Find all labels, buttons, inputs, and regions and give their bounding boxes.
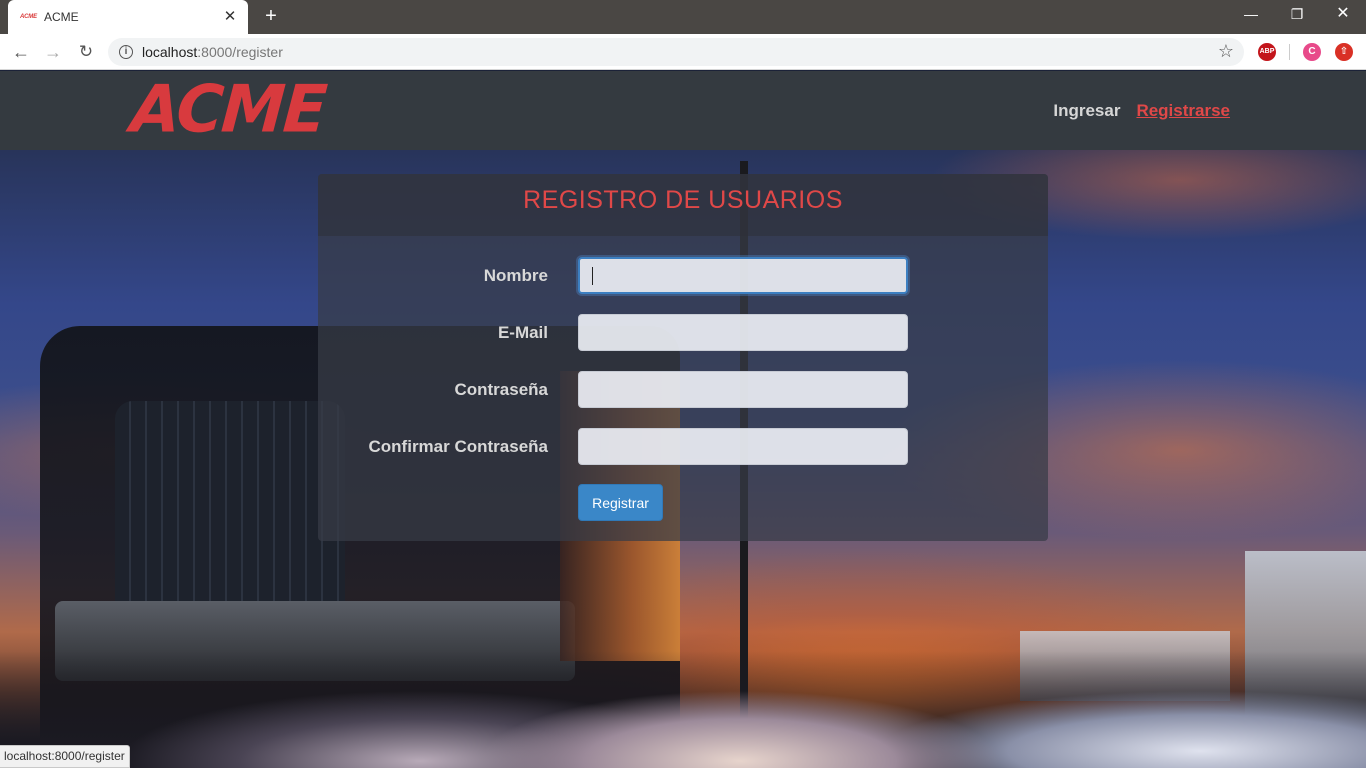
- password-input[interactable]: [578, 371, 908, 408]
- email-input[interactable]: [578, 314, 908, 351]
- site-navbar: ACME Ingresar Registrarse: [0, 71, 1366, 150]
- confirm-password-input[interactable]: [578, 428, 908, 465]
- nombre-label: Nombre: [483, 266, 548, 285]
- form-row-nombre: Nombre: [318, 257, 1048, 295]
- acme-logo[interactable]: ACME: [128, 72, 327, 147]
- nav-link-ingresar[interactable]: Ingresar: [1053, 101, 1120, 121]
- register-button[interactable]: Registrar: [578, 484, 663, 521]
- nav-links: Ingresar Registrarse: [1053, 101, 1230, 121]
- register-card: REGISTRO DE USUARIOS Nombre E-Mail Contr…: [318, 174, 1048, 541]
- page: ACME Ingresar Registrarse REGISTRO DE US…: [0, 71, 1366, 768]
- site-info-icon[interactable]: i: [119, 45, 133, 59]
- nav-link-registrarse[interactable]: Registrarse: [1136, 101, 1230, 121]
- bookmark-star-icon[interactable]: ☆: [1218, 41, 1234, 62]
- update-arrow-icon[interactable]: ⇧: [1335, 43, 1353, 61]
- adblock-plus-icon[interactable]: ABP: [1258, 43, 1276, 61]
- reload-icon[interactable]: ↻: [74, 40, 98, 64]
- url-path: :8000/register: [197, 44, 283, 60]
- address-bar[interactable]: i localhost:8000/register ☆: [108, 38, 1244, 66]
- profile-avatar[interactable]: C: [1303, 43, 1321, 61]
- back-arrow-icon[interactable]: ←: [9, 40, 33, 64]
- form-row-confirm-password: Confirmar Contraseña: [318, 428, 1048, 466]
- window-close-button[interactable]: ✕: [1320, 0, 1366, 30]
- toolbar-separator: [1289, 44, 1290, 60]
- window-restore-button[interactable]: ❐: [1274, 0, 1320, 30]
- card-title: REGISTRO DE USUARIOS: [523, 186, 843, 214]
- new-tab-button[interactable]: +: [260, 5, 282, 27]
- status-bar-url: localhost:8000/register: [0, 745, 130, 768]
- url-host: localhost: [142, 44, 198, 60]
- browser-tab[interactable]: ACME ACME ✕: [8, 0, 248, 34]
- window-minimize-button[interactable]: —: [1228, 0, 1274, 30]
- address-url[interactable]: localhost:8000/register: [142, 44, 283, 60]
- card-header: REGISTRO DE USUARIOS: [318, 174, 1048, 236]
- tab-close-icon[interactable]: ✕: [222, 9, 238, 25]
- nombre-input[interactable]: [578, 257, 908, 294]
- confirm-password-label: Confirmar Contraseña: [368, 437, 548, 456]
- form-row-password: Contraseña: [318, 371, 1048, 409]
- browser-toolbar: ← → ↻ i localhost:8000/register ☆ ABP C …: [0, 34, 1366, 70]
- snow-foreground: [0, 651, 1366, 768]
- form-row-email: E-Mail: [318, 314, 1048, 352]
- email-label: E-Mail: [497, 323, 548, 342]
- text-caret: [592, 267, 593, 285]
- password-label: Contraseña: [454, 380, 548, 399]
- browser-tab-bar: ACME ACME ✕ + — ❐ ✕: [0, 0, 1366, 34]
- tab-title: ACME: [44, 10, 79, 24]
- acme-favicon-icon: ACME: [20, 14, 37, 20]
- forward-arrow-icon[interactable]: →: [41, 40, 65, 64]
